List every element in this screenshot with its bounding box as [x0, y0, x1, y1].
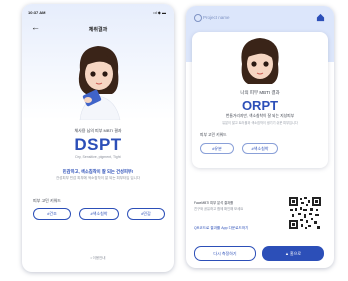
result-screen-orpt: Project name 나의 피부 MBTI 결과 ORPT 번들거리지만, …: [186, 6, 334, 268]
result-caption: 체사용 님의 피부 MBTI 결과: [74, 128, 122, 133]
result-title: 나의 피부 MBTI 결과: [240, 90, 280, 95]
result-description-body: 건성피부 민감 피부에 색소침착이 잘 되는 피부타입 입니다: [55, 176, 141, 180]
header-title: 체취결과: [88, 27, 108, 33]
status-bar-time: 10:37 AM: [28, 10, 46, 15]
keywords-label: 피부 고민 키워드: [33, 198, 61, 203]
skin-type-subtitle: Dry, Sensitive, pigment, Tight: [75, 155, 121, 159]
avatar-illustration: [78, 46, 121, 120]
download-link[interactable]: QR코드로 결과를 App 다운로드하기: [194, 226, 248, 231]
retry-button-label: 다시 측정하기: [213, 251, 237, 256]
skin-type-code: ORPT: [241, 98, 279, 113]
keyword-chip[interactable]: #유분: [200, 143, 234, 154]
keywords-label: 피부 고민 키워드: [200, 133, 227, 137]
avatar-illustration: [241, 38, 279, 84]
home-icon[interactable]: [316, 13, 325, 22]
brand-name: Project name: [203, 15, 230, 20]
result-description-text: 번들거리지만, 색소침착이 잘 되는 지성피부: [225, 114, 295, 118]
footer-link[interactable]: • 이용안내: [22, 256, 174, 261]
keyword-chip[interactable]: #건조: [33, 208, 71, 220]
skin-type-code: DSPT: [74, 135, 122, 154]
qr-code: [288, 196, 322, 230]
result-description-highlight: 민감하고, 색소침착이 잘 되는 건성피부!: [62, 169, 134, 174]
result-description: 번들거리지만, 색소침착이 잘 되는 지성피부: [186, 114, 334, 119]
home-button-label: 홈으로: [290, 251, 302, 256]
keyword-chip[interactable]: #색소침착: [242, 143, 278, 154]
home-button[interactable]: ▲ 홈으로: [262, 246, 324, 261]
result-description-sub: 유분이 많고 트러블과 색소침착이 생기기 쉬운 피부입니다: [222, 121, 298, 125]
status-bar-icons: •ıl ◆ ▬: [153, 10, 166, 15]
keyword-chip[interactable]: #색소침착: [79, 208, 119, 220]
keyword-chip[interactable]: #민감: [127, 208, 165, 220]
result-screen-dspt: 10:37 AM •ıl ◆ ▬ ← 체취결과 체사용 님의 피부 MBTI 결…: [22, 4, 174, 272]
qr-share-text-2: 친구와 공유하고 함께 확인해 보세요: [194, 207, 244, 211]
retry-button[interactable]: 다시 측정하기: [194, 246, 256, 261]
brand-logo-icon: [194, 14, 202, 22]
qr-share-text: FaceMBTI 피부 분석 결과를: [194, 201, 234, 205]
